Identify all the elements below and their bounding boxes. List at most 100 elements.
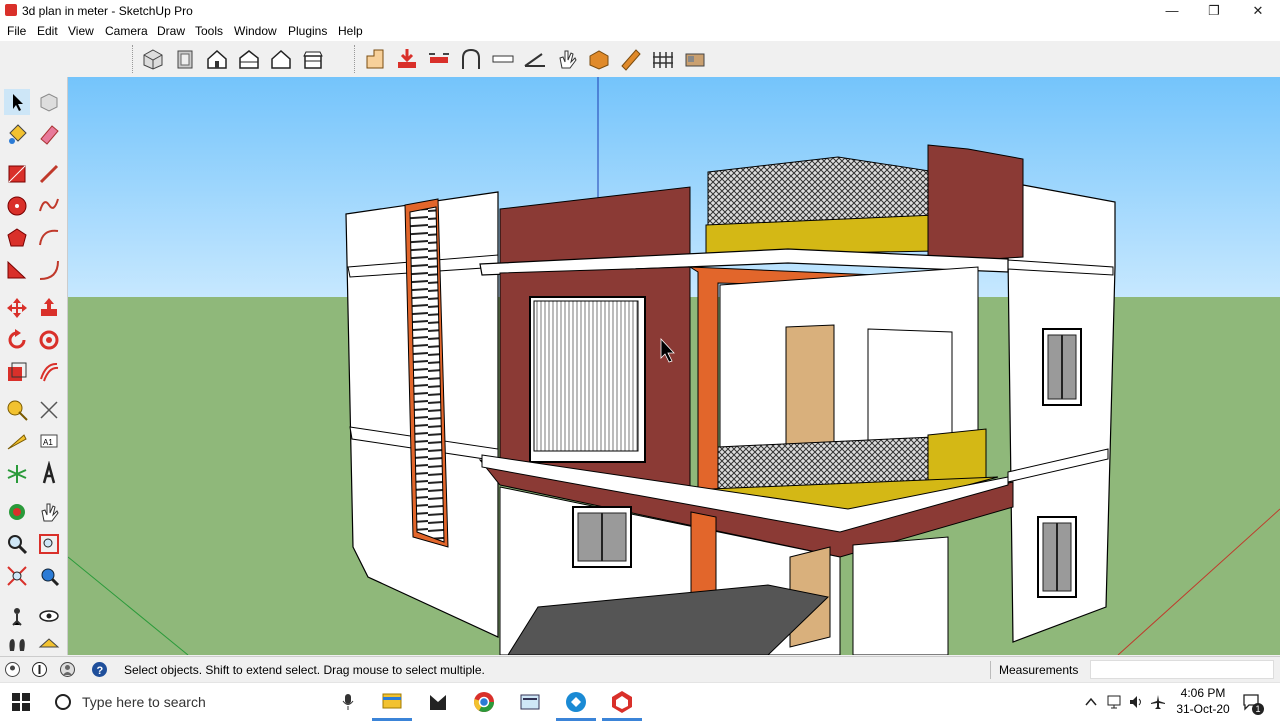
furniture-icon[interactable] xyxy=(682,46,708,72)
push-down-icon[interactable] xyxy=(394,46,420,72)
rectangle-icon[interactable] xyxy=(4,161,30,187)
airplane-mode-icon[interactable] xyxy=(1150,694,1166,710)
menu-plugins[interactable]: Plugins xyxy=(288,24,327,38)
left-view-icon[interactable] xyxy=(300,46,326,72)
stairs-icon[interactable] xyxy=(362,46,388,72)
model-viewport[interactable] xyxy=(68,77,1280,655)
zoom-window-icon[interactable] xyxy=(36,531,62,557)
microphone-icon[interactable] xyxy=(342,694,354,710)
menu-camera[interactable]: Camera xyxy=(105,24,148,38)
house-model-drawing[interactable] xyxy=(68,77,1280,655)
previous-view-icon[interactable] xyxy=(36,563,62,589)
ruler-icon[interactable] xyxy=(618,46,644,72)
menu-window[interactable]: Window xyxy=(234,24,277,38)
control-panel-icon[interactable] xyxy=(510,687,550,717)
chrome-icon[interactable] xyxy=(464,687,504,717)
balcony-wall-block xyxy=(867,328,953,452)
credits-icon[interactable] xyxy=(31,661,48,678)
balcony-door xyxy=(785,324,835,456)
follow-me-icon[interactable] xyxy=(36,327,62,353)
menu-help[interactable]: Help xyxy=(338,24,363,38)
maroon-tower xyxy=(927,144,1024,263)
offset-icon[interactable] xyxy=(36,359,62,385)
dimension-icon[interactable] xyxy=(36,397,62,423)
windows-start-icon[interactable] xyxy=(12,693,30,711)
position-camera-icon[interactable] xyxy=(4,603,30,629)
beam-icon[interactable] xyxy=(490,46,516,72)
fence-icon[interactable] xyxy=(650,46,676,72)
menu-edit[interactable]: Edit xyxy=(37,24,58,38)
angle-icon[interactable] xyxy=(522,46,548,72)
help-icon[interactable]: ? xyxy=(91,661,108,678)
back-view-icon[interactable] xyxy=(268,46,294,72)
circle-icon[interactable] xyxy=(4,193,30,219)
push-pull-icon[interactable] xyxy=(36,295,62,321)
measurements-label: Measurements xyxy=(999,663,1079,677)
sketchup-taskbar-icon[interactable] xyxy=(602,687,642,717)
close-button[interactable]: ✕ xyxy=(1236,0,1280,22)
arch-icon[interactable] xyxy=(458,46,484,72)
title-bar: 3d plan in meter - SketchUp Pro — ❐ ✕ xyxy=(0,0,1280,22)
search-placeholder: Type here to search xyxy=(82,694,206,710)
arc-icon[interactable] xyxy=(36,225,62,251)
iso-view-icon[interactable] xyxy=(140,46,166,72)
geo-location-icon[interactable] xyxy=(4,661,21,678)
camtasia-icon[interactable] xyxy=(556,687,596,717)
right-view-icon[interactable] xyxy=(236,46,262,72)
menu-bar: File Edit View Camera Draw Tools Window … xyxy=(0,22,1280,41)
text-icon[interactable]: A1 xyxy=(36,429,62,455)
rotate-icon[interactable] xyxy=(4,327,30,353)
paint-bucket-icon[interactable] xyxy=(4,121,30,147)
menu-view[interactable]: View xyxy=(68,24,94,38)
clock-date: 31-Oct-20 xyxy=(1176,702,1230,716)
polygon-icon[interactable] xyxy=(4,225,30,251)
zoom-extents-icon[interactable] xyxy=(4,563,30,589)
tray-chevron-icon[interactable] xyxy=(1084,695,1098,709)
3d-text-icon[interactable] xyxy=(36,461,62,487)
orbit-icon[interactable] xyxy=(4,499,30,525)
pan-icon[interactable] xyxy=(36,499,62,525)
extend-icon[interactable] xyxy=(426,46,452,72)
look-around-icon[interactable] xyxy=(36,603,62,629)
hand-icon[interactable] xyxy=(554,46,580,72)
notification-count: 1 xyxy=(1252,703,1264,715)
axes-icon[interactable] xyxy=(4,461,30,487)
toolbar-grip xyxy=(132,45,136,73)
menu-file[interactable]: File xyxy=(7,24,26,38)
zoom-icon[interactable] xyxy=(4,531,30,557)
tape-measure-icon[interactable] xyxy=(4,397,30,423)
walk-icon[interactable] xyxy=(4,633,30,653)
clock-time: 4:06 PM xyxy=(1180,686,1226,700)
front-view-icon[interactable] xyxy=(204,46,230,72)
two-point-arc-icon[interactable] xyxy=(36,257,62,283)
volume-icon[interactable] xyxy=(1128,694,1144,710)
minimize-button[interactable]: — xyxy=(1150,0,1194,22)
eraser-icon[interactable] xyxy=(36,121,62,147)
select-icon[interactable] xyxy=(4,89,30,115)
pie-icon[interactable] xyxy=(4,257,30,283)
store-icon[interactable] xyxy=(418,687,458,717)
move-icon[interactable] xyxy=(4,295,30,321)
user-icon[interactable] xyxy=(59,661,76,678)
scale-icon[interactable] xyxy=(4,359,30,385)
protractor-icon[interactable] xyxy=(4,429,30,455)
restore-button[interactable]: ❐ xyxy=(1192,0,1236,22)
top-toolbar xyxy=(0,41,1280,78)
file-explorer-icon[interactable] xyxy=(372,687,412,717)
freehand-icon[interactable] xyxy=(36,193,62,219)
box-orange-icon[interactable] xyxy=(586,46,612,72)
tray-clock[interactable]: 4:06 PM 31-Oct-20 xyxy=(1170,685,1236,717)
sketchup-logo-icon xyxy=(5,4,17,16)
network-icon[interactable] xyxy=(1106,694,1122,710)
section-plane-icon[interactable] xyxy=(36,633,62,653)
menu-tools[interactable]: Tools xyxy=(195,24,223,38)
ground-right-pillar xyxy=(852,536,949,655)
measurements-input[interactable] xyxy=(1090,660,1274,679)
status-bar: ? Select objects. Shift to extend select… xyxy=(0,656,1280,683)
menu-draw[interactable]: Draw xyxy=(157,24,185,38)
taskbar-search[interactable]: Type here to search xyxy=(46,683,368,721)
line-icon[interactable] xyxy=(36,161,62,187)
component-icon[interactable] xyxy=(36,89,62,115)
status-hint: Select objects. Shift to extend select. … xyxy=(124,663,485,677)
top-view-icon[interactable] xyxy=(172,46,198,72)
